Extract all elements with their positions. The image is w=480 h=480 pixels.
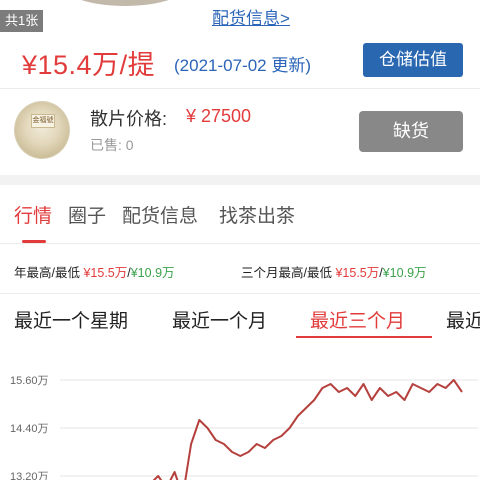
main-tabs: 行情 圈子 配货信息 找茶出茶 bbox=[0, 185, 480, 244]
quarter-high: ¥15.5万 bbox=[335, 266, 380, 280]
loose-price-value: ¥ 27500 bbox=[186, 106, 252, 126]
active-tab-indicator bbox=[22, 240, 46, 243]
period-week[interactable]: 最近一个星期 bbox=[14, 306, 128, 333]
y-tick-label: 15.60万 bbox=[10, 375, 49, 387]
quarter-label: 三个月最高/最低 bbox=[241, 266, 332, 280]
section-gap bbox=[0, 175, 480, 185]
tea-cake-image bbox=[60, 0, 190, 6]
tab-find-tea[interactable]: 找茶出茶 bbox=[219, 201, 295, 228]
price-series-line bbox=[152, 379, 463, 480]
price-chart: 15.60万 14.40万 13.20万 bbox=[0, 340, 480, 480]
sold-count: 已售: 0 bbox=[90, 137, 134, 153]
year-high: ¥15.5万 bbox=[83, 266, 128, 280]
tab-supply-info[interactable]: 配货信息 bbox=[122, 201, 198, 228]
loose-price-label: 散片价格: bbox=[90, 109, 168, 129]
period-tabs: 最近一个星期 最近一个月 最近三个月 最近 bbox=[0, 294, 480, 340]
year-label: 年最高/最低 bbox=[14, 266, 80, 280]
storage-valuation-button[interactable]: 仓储估值 bbox=[363, 43, 463, 77]
year-low: ¥10.9万 bbox=[130, 266, 175, 280]
current-price: ¥15.4万/提 bbox=[22, 50, 156, 80]
supply-info-link[interactable]: 配货信息> bbox=[212, 4, 290, 29]
tab-circle[interactable]: 圈子 bbox=[68, 201, 106, 228]
tea-cake-thumbnail: 金福號 bbox=[14, 101, 70, 159]
period-month[interactable]: 最近一个月 bbox=[172, 306, 267, 333]
quarter-low: ¥10.9万 bbox=[382, 266, 427, 280]
period-more[interactable]: 最近 bbox=[446, 306, 480, 333]
tab-market[interactable]: 行情 bbox=[14, 201, 52, 228]
year-high-low: 年最高/最低 ¥15.5万/¥10.9万 bbox=[14, 262, 175, 281]
loose-cake-row: 金福號 散片价格: ¥ 27500 已售: 0 缺货 bbox=[0, 89, 480, 175]
y-tick-label: 14.40万 bbox=[10, 423, 49, 435]
price-line-chart: 15.60万 14.40万 13.20万 bbox=[10, 375, 478, 480]
image-gallery-strip: 共1张 配货信息> bbox=[0, 0, 480, 32]
period-three-months[interactable]: 最近三个月 bbox=[310, 306, 405, 333]
thumbnail-label: 金福號 bbox=[31, 114, 55, 128]
y-tick-label: 13.20万 bbox=[10, 471, 49, 480]
quarter-high-low: 三个月最高/最低 ¥15.5万/¥10.9万 bbox=[241, 262, 427, 281]
price-stats: 年最高/最低 ¥15.5万/¥10.9万 三个月最高/最低 ¥15.5万/¥10… bbox=[0, 244, 480, 294]
update-date: (2021-07-02 更新) bbox=[174, 56, 312, 75]
out-of-stock-button[interactable]: 缺货 bbox=[359, 111, 463, 152]
image-count-badge: 共1张 bbox=[0, 10, 44, 32]
active-period-underline bbox=[296, 336, 432, 338]
price-row: ¥15.4万/提 (2021-07-02 更新) 仓储估值 bbox=[0, 32, 480, 88]
